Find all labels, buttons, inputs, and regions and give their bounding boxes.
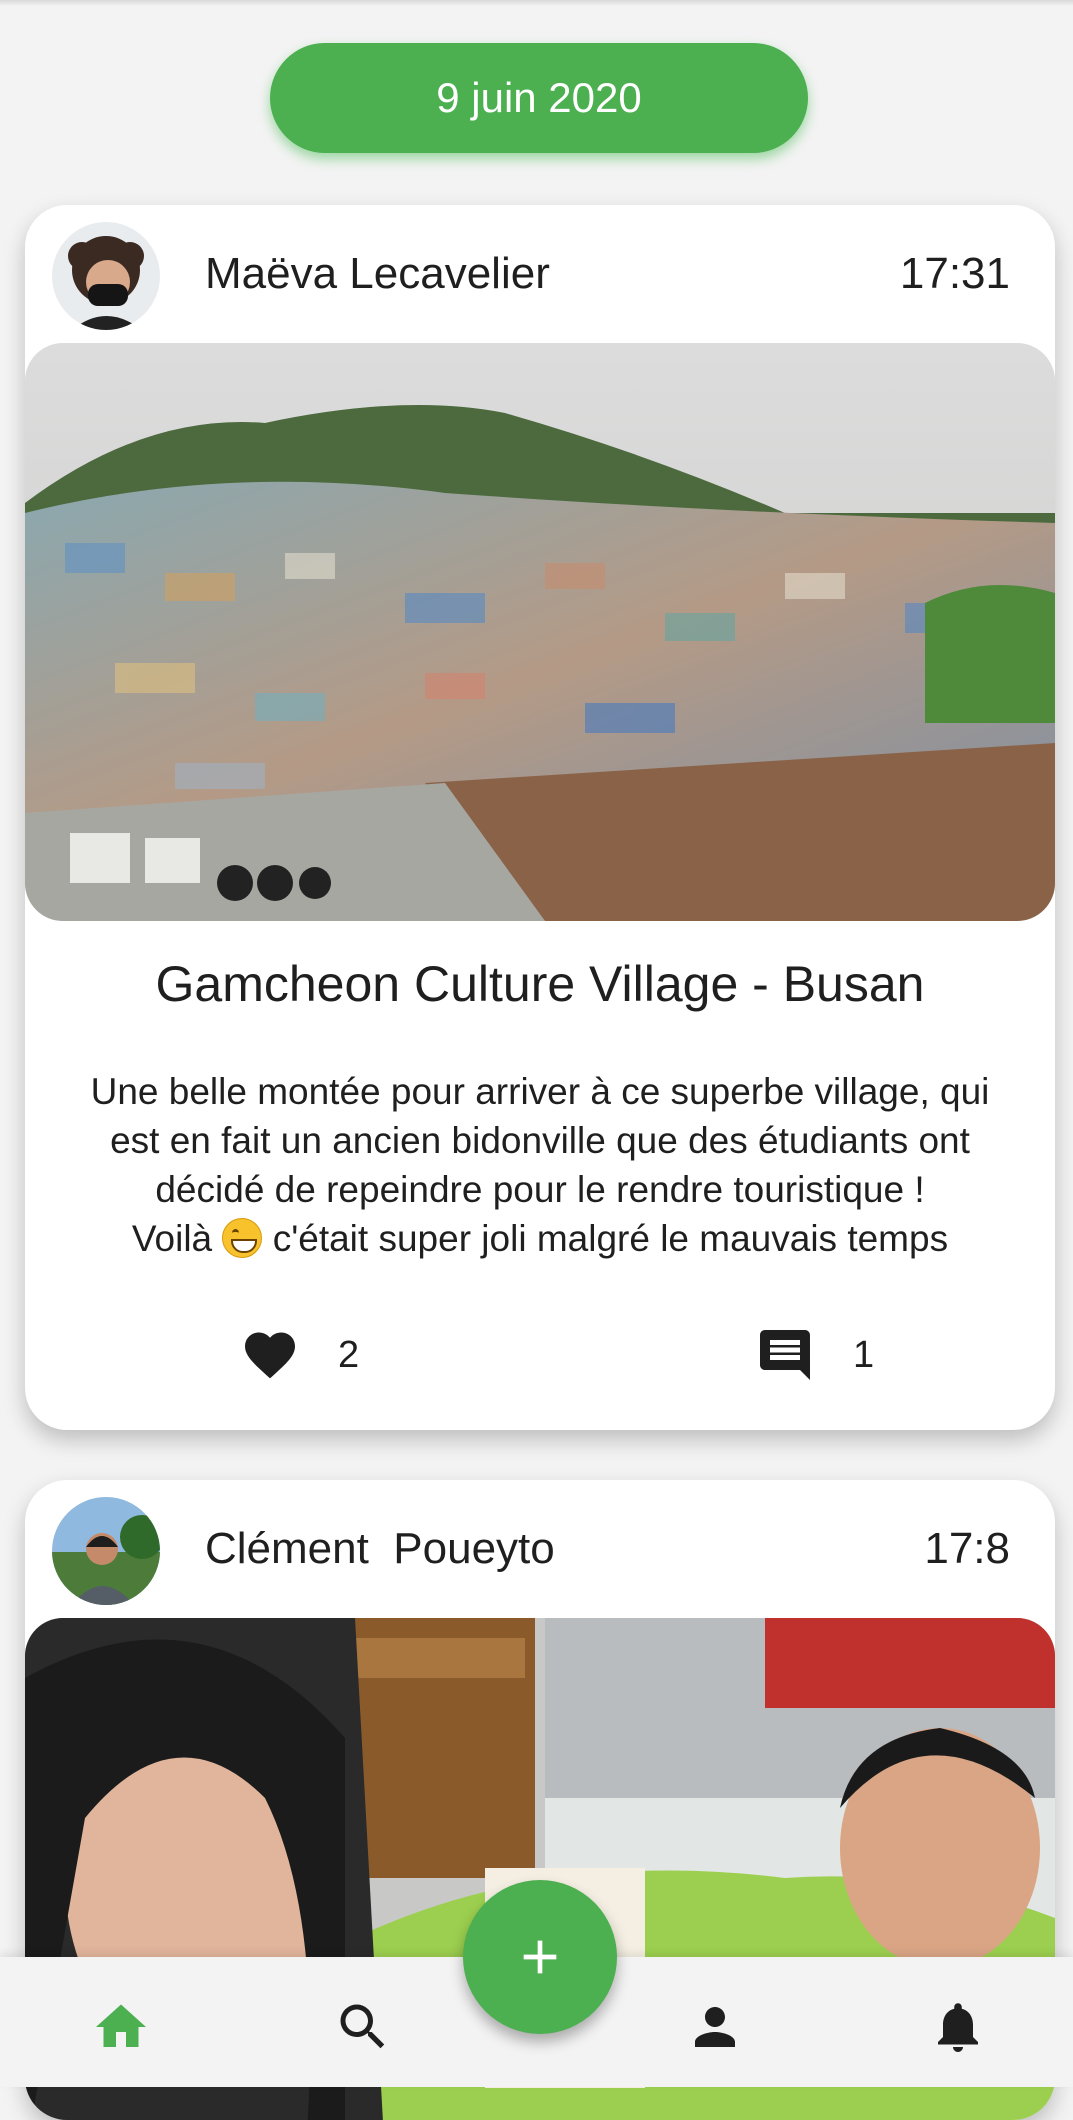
post-time: 17:31: [899, 249, 1010, 298]
app-bar-shadow: [0, 0, 1073, 6]
comment-icon: [760, 1330, 810, 1380]
search-icon: [340, 2004, 385, 2049]
post-photo[interactable]: [25, 343, 1055, 921]
heart-icon: [245, 1332, 295, 1379]
like-button[interactable]: 2: [240, 1325, 359, 1385]
description-line: décidé de repeindre pour le rendre touri…: [155, 1169, 925, 1210]
add-post-button[interactable]: [463, 1880, 617, 2034]
post-title: Gamcheon Culture Village - Busan: [155, 956, 925, 1012]
nav-profile[interactable]: [685, 1997, 745, 2057]
nav-search[interactable]: [333, 1997, 393, 2057]
post-author-name[interactable]: Clément Poueyto: [205, 1524, 555, 1574]
description-line: est en fait un ancien bidonville que des…: [110, 1120, 970, 1161]
description-line: Voilà c'était super joli malgré le mauva…: [45, 1214, 1035, 1263]
date-chip: 9 juin 2020: [270, 43, 808, 153]
author-avatar[interactable]: [52, 222, 160, 330]
like-count: 2: [338, 1333, 360, 1376]
nav-notifications[interactable]: [928, 1997, 988, 2057]
comment-button[interactable]: 1: [755, 1325, 874, 1385]
author-avatar[interactable]: [52, 1497, 160, 1605]
post-time: 17:8: [924, 1524, 1010, 1573]
nav-home[interactable]: [91, 1997, 151, 2057]
grinning-emoji-icon: [222, 1218, 263, 1258]
description-text: Voilà: [131, 1218, 213, 1259]
comment-count: 1: [853, 1333, 875, 1376]
post-description: Une belle montée pour arriver à ce super…: [45, 1067, 1035, 1263]
notifications-icon: [938, 2003, 978, 2052]
description-text: c'était super joli malgré le mauvais tem…: [272, 1218, 949, 1259]
home-icon: [96, 2004, 146, 2047]
post-card[interactable]: Maëva Lecavelier 17:31 Gamcheon Culture …: [25, 205, 1055, 1430]
add-icon: [523, 1940, 557, 1974]
profile-icon: [695, 2007, 735, 2047]
description-line: Une belle montée pour arriver à ce super…: [90, 1071, 990, 1112]
post-author-name[interactable]: Maëva Lecavelier: [205, 249, 550, 299]
